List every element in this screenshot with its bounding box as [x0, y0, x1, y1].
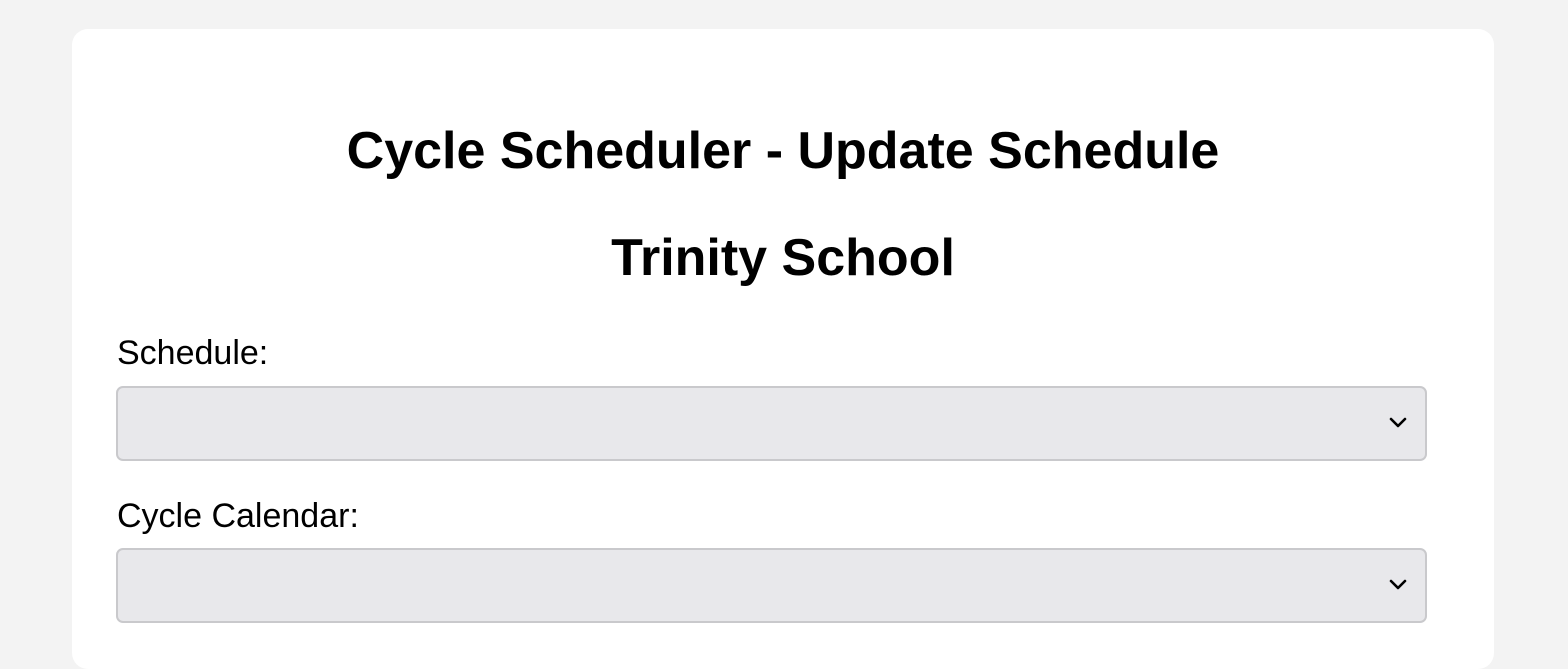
schedule-label: Schedule: — [117, 334, 269, 372]
school-name: Trinity School — [611, 229, 955, 287]
form-card: Cycle Scheduler - Update Schedule Trinit… — [72, 29, 1494, 669]
schedule-select[interactable] — [116, 386, 1427, 461]
page-title: Cycle Scheduler - Update Schedule — [346, 122, 1220, 180]
chevron-down-icon — [1389, 417, 1407, 428]
cycle-calendar-label: Cycle Calendar: — [117, 497, 359, 535]
chevron-down-icon — [1389, 579, 1407, 590]
cycle-calendar-select[interactable] — [116, 548, 1427, 623]
